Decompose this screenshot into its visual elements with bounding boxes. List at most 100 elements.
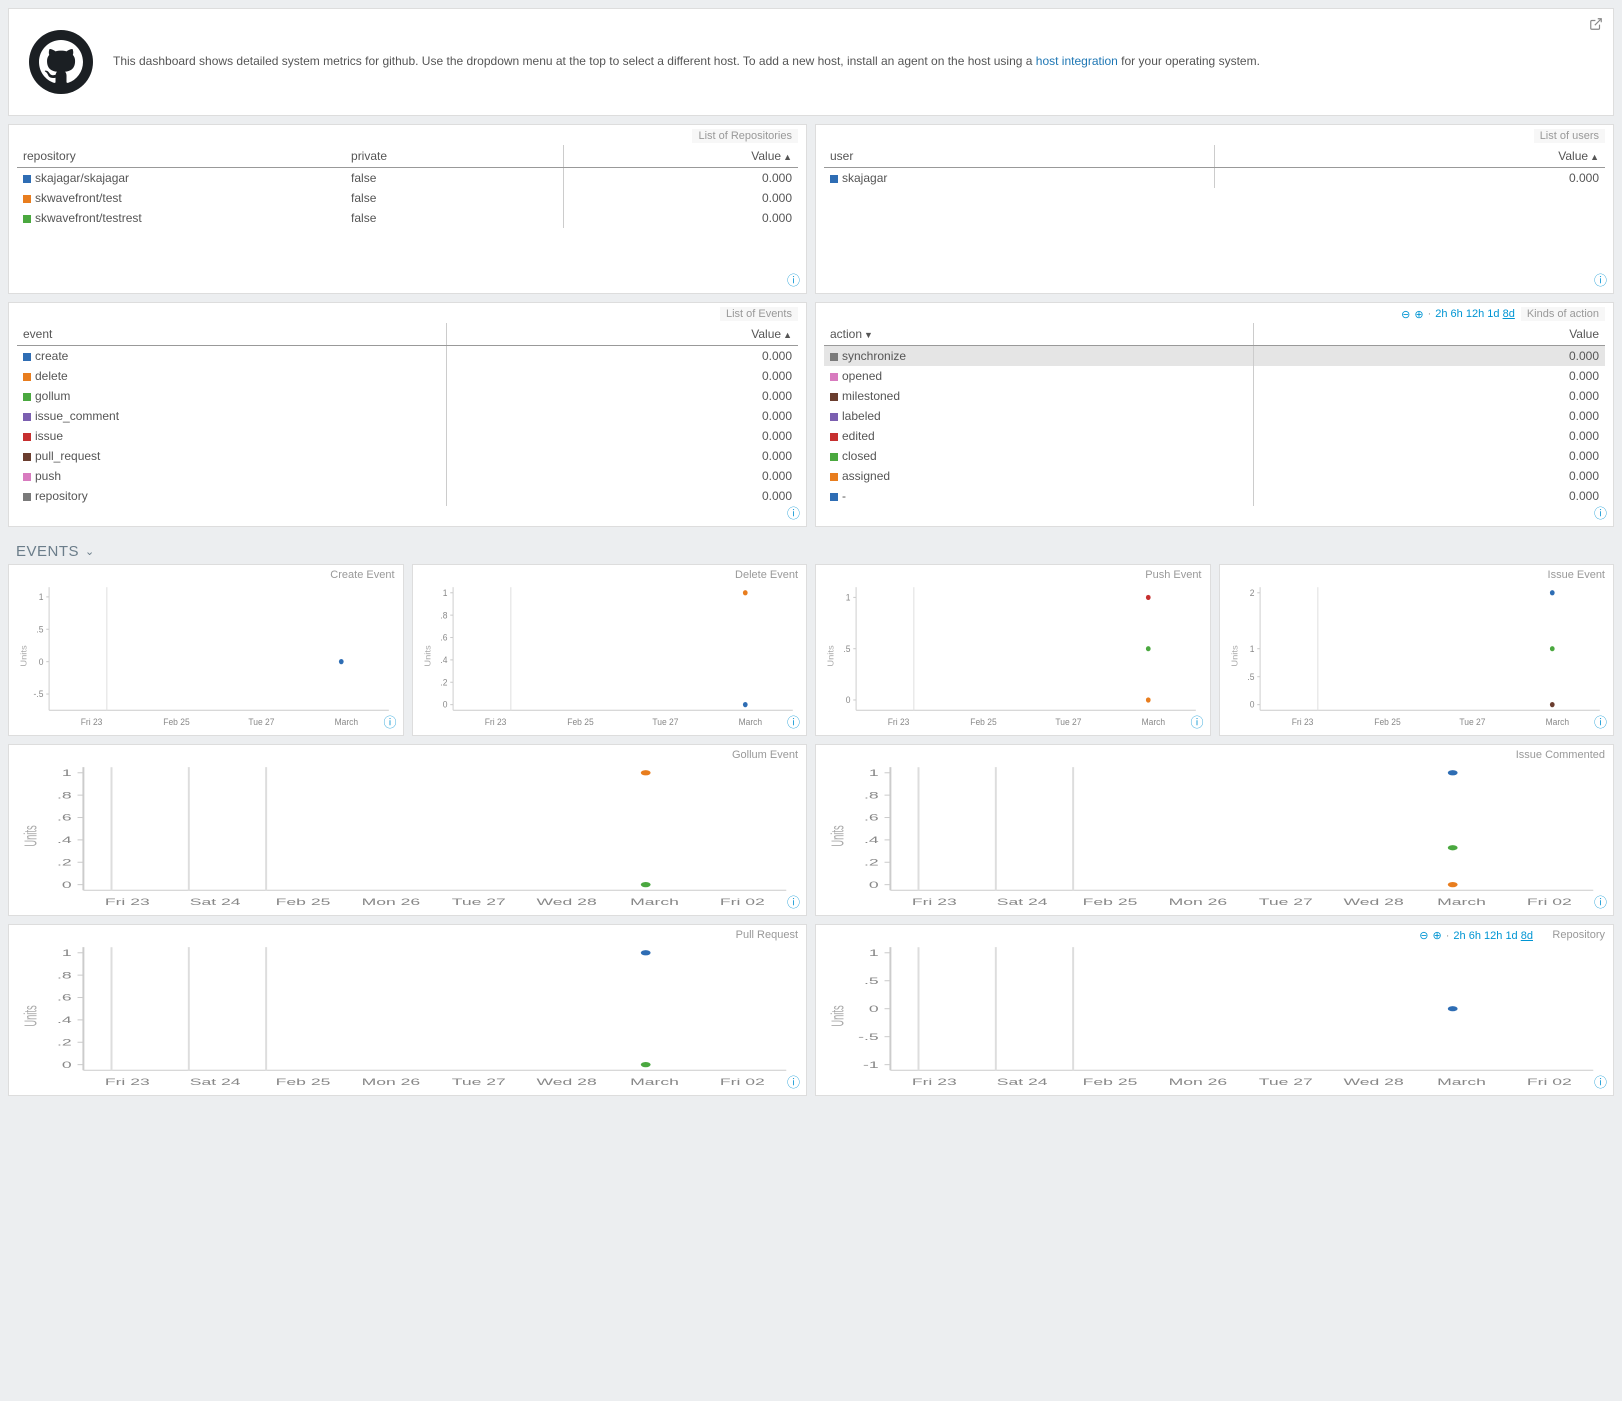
time-range-8d[interactable]: 8d <box>1521 930 1533 942</box>
svg-text:1: 1 <box>442 588 447 598</box>
col-value[interactable]: Value▲ <box>1215 145 1606 168</box>
info-icon[interactable]: ⓘ <box>1594 712 1607 731</box>
table-row[interactable]: opened0.000 <box>824 366 1605 386</box>
svg-text:-.5: -.5 <box>858 1031 879 1042</box>
col-action[interactable]: action▼ <box>824 323 1254 346</box>
zoom-out-icon[interactable]: ⊖ <box>1419 929 1428 942</box>
svg-text:0: 0 <box>442 699 447 709</box>
svg-text:Mon 26: Mon 26 <box>1169 896 1228 907</box>
col-private[interactable]: private <box>345 145 564 168</box>
table-row[interactable]: repository0.000 <box>17 486 798 506</box>
svg-text:.5: .5 <box>864 975 879 986</box>
table-row[interactable]: -0.000 <box>824 486 1605 506</box>
info-icon[interactable]: ⓘ <box>1594 1072 1607 1091</box>
svg-text:.2: .2 <box>864 857 879 868</box>
time-range-12h[interactable]: 12h <box>1466 308 1484 320</box>
col-value[interactable]: Value <box>1254 323 1605 346</box>
table-row[interactable]: milestoned0.000 <box>824 386 1605 406</box>
info-icon[interactable]: ⓘ <box>787 270 800 289</box>
table-row[interactable]: issue_comment0.000 <box>17 406 798 426</box>
info-icon[interactable]: ⓘ <box>1594 270 1607 289</box>
info-icon[interactable]: ⓘ <box>1594 892 1607 911</box>
time-range-8d[interactable]: 8d <box>1503 308 1515 320</box>
table-row[interactable]: skajagar0.000 <box>824 168 1605 189</box>
table-row[interactable]: pull_request0.000 <box>17 446 798 466</box>
table-row[interactable]: skwavefront/testrestfalse0.000 <box>17 208 798 228</box>
svg-text:.2: .2 <box>440 677 447 687</box>
zoom-in-icon[interactable]: ⊕ <box>1414 308 1423 321</box>
table-row[interactable]: edited0.000 <box>824 426 1605 446</box>
col-value[interactable]: Value▲ <box>564 145 798 168</box>
svg-text:Fri 23: Fri 23 <box>888 716 910 726</box>
time-range-6h[interactable]: 6h <box>1469 930 1481 942</box>
panel-title: List of Repositories <box>692 129 798 143</box>
svg-text:Tue 27: Tue 27 <box>1259 1076 1313 1087</box>
svg-text:.2: .2 <box>57 1037 72 1048</box>
events-section-header[interactable]: EVENTS ⌄ <box>0 535 1622 564</box>
info-icon[interactable]: ⓘ <box>787 503 800 522</box>
svg-text:0: 0 <box>1249 699 1254 709</box>
table-row[interactable]: closed0.000 <box>824 446 1605 466</box>
svg-text:March: March <box>1437 1076 1486 1087</box>
info-icon[interactable]: ⓘ <box>787 712 800 731</box>
svg-text:Feb 25: Feb 25 <box>567 716 593 726</box>
time-range-2h[interactable]: 2h <box>1453 930 1465 942</box>
table-row[interactable]: labeled0.000 <box>824 406 1605 426</box>
table-row[interactable]: push0.000 <box>17 466 798 486</box>
svg-text:Feb 25: Feb 25 <box>276 1076 331 1087</box>
col-repository[interactable]: repository <box>17 145 345 168</box>
time-range-6h[interactable]: 6h <box>1451 308 1463 320</box>
chart-push-event: Push EventUnits0.51Fri 23Feb 25Tue 27Mar… <box>815 564 1211 736</box>
svg-text:0: 0 <box>869 1003 879 1014</box>
svg-text:Tue 27: Tue 27 <box>1259 896 1313 907</box>
repositories-table: repository private Value▲ skajagar/skaja… <box>17 145 798 228</box>
section-title: EVENTS <box>16 543 79 560</box>
svg-text:.6: .6 <box>864 812 879 823</box>
table-row[interactable]: create0.000 <box>17 346 798 367</box>
time-range-1d[interactable]: 1d <box>1505 930 1517 942</box>
svg-text:Wed 28: Wed 28 <box>537 896 597 907</box>
svg-text:0: 0 <box>39 656 44 666</box>
svg-text:Sat 24: Sat 24 <box>190 896 241 907</box>
table-row[interactable]: skajagar/skajagarfalse0.000 <box>17 168 798 189</box>
svg-text:.6: .6 <box>57 812 72 823</box>
col-user[interactable]: user <box>824 145 1215 168</box>
info-icon[interactable]: ⓘ <box>787 1072 800 1091</box>
table-row[interactable]: delete0.000 <box>17 366 798 386</box>
table-row[interactable]: skwavefront/testfalse0.000 <box>17 188 798 208</box>
svg-text:0: 0 <box>869 879 879 890</box>
table-row[interactable]: gollum0.000 <box>17 386 798 406</box>
time-range-1d[interactable]: 1d <box>1487 308 1499 320</box>
svg-text:.4: .4 <box>864 834 879 845</box>
svg-text:Wed 28: Wed 28 <box>1344 1076 1404 1087</box>
svg-text:1: 1 <box>1249 643 1254 653</box>
svg-text:Fri 23: Fri 23 <box>1291 716 1313 726</box>
svg-text:March: March <box>630 896 679 907</box>
panel-title: List of users <box>1534 129 1605 143</box>
table-row[interactable]: synchronize0.000 <box>824 346 1605 367</box>
table-row[interactable]: assigned0.000 <box>824 466 1605 486</box>
col-value[interactable]: Value▲ <box>447 323 798 346</box>
info-icon[interactable]: ⓘ <box>383 712 396 731</box>
svg-text:Mon 26: Mon 26 <box>362 1076 421 1087</box>
popout-icon[interactable] <box>1589 17 1603 34</box>
svg-text:.4: .4 <box>57 1014 72 1025</box>
chart-title: Gollum Event <box>732 749 798 761</box>
host-integration-link[interactable]: host integration <box>1036 54 1118 68</box>
zoom-in-icon[interactable]: ⊕ <box>1433 929 1442 942</box>
time-range-12h[interactable]: 12h <box>1484 930 1502 942</box>
info-icon[interactable]: ⓘ <box>787 892 800 911</box>
info-icon[interactable]: ⓘ <box>1190 712 1203 731</box>
svg-text:Fri 02: Fri 02 <box>720 1076 765 1087</box>
svg-text:Feb 25: Feb 25 <box>970 716 996 726</box>
col-event[interactable]: event <box>17 323 447 346</box>
table-row[interactable]: issue0.000 <box>17 426 798 446</box>
zoom-out-icon[interactable]: ⊖ <box>1401 308 1410 321</box>
svg-text:2: 2 <box>1249 588 1254 598</box>
svg-text:1: 1 <box>846 592 851 602</box>
svg-text:Units: Units <box>827 1005 847 1026</box>
svg-text:Feb 25: Feb 25 <box>1083 896 1138 907</box>
info-icon[interactable]: ⓘ <box>1594 503 1607 522</box>
events-table: event Value▲ create0.000delete0.000gollu… <box>17 323 798 506</box>
time-range-2h[interactable]: 2h <box>1435 308 1447 320</box>
